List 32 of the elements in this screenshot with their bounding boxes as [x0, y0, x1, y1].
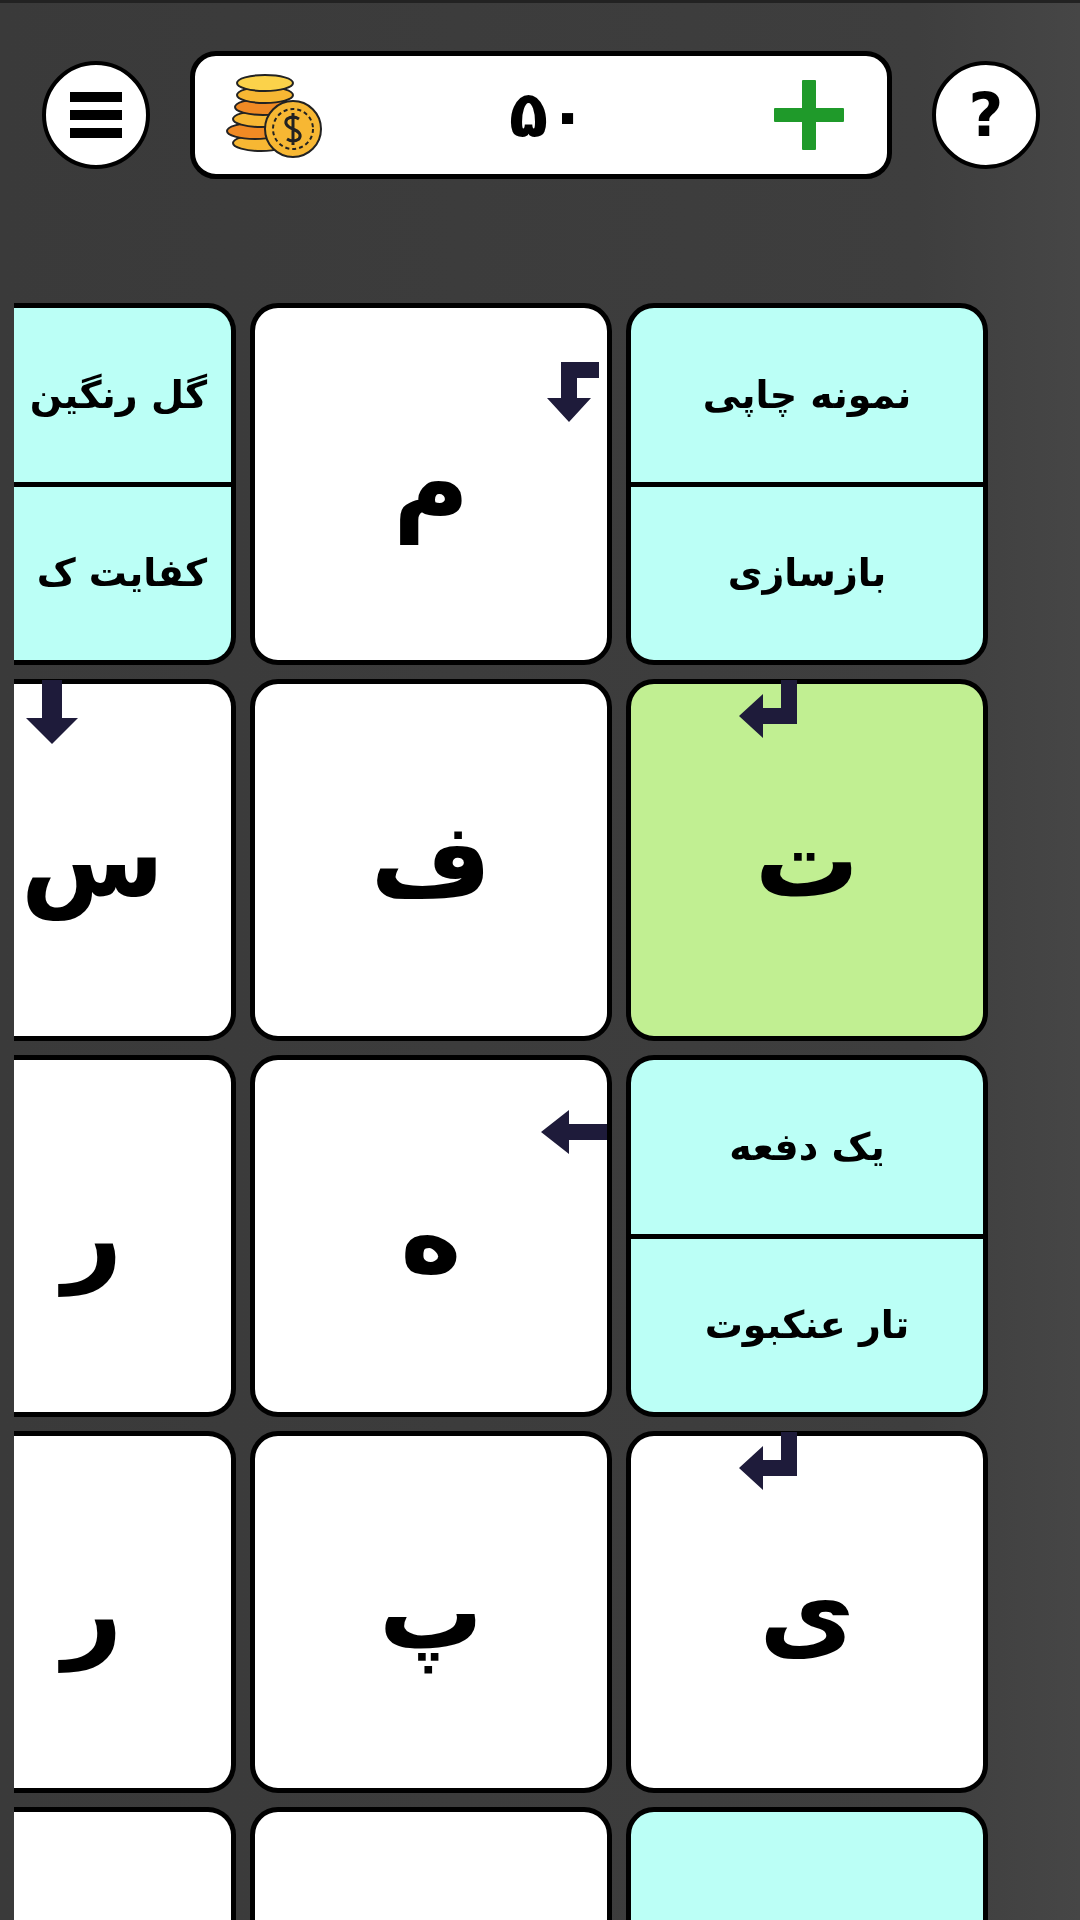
clue-text: بازسازی — [727, 550, 887, 598]
clue-text: نمونه چاپی — [702, 371, 912, 419]
letter-cell[interactable]: ر — [14, 1055, 236, 1417]
clue-text: تار عنکبوت — [704, 1302, 910, 1350]
letter-cell[interactable]: ی — [626, 1431, 988, 1793]
letter: ر — [54, 1147, 131, 1325]
letter: س — [19, 797, 166, 923]
letter-cell[interactable]: ت — [626, 679, 988, 1041]
letter: ر — [54, 1523, 131, 1701]
clue-text: کفایت ک — [36, 550, 208, 598]
letter: ت — [753, 797, 861, 923]
letter-cell[interactable]: ف — [250, 679, 612, 1041]
letter: ه — [399, 1173, 463, 1299]
letter: پ — [377, 1549, 485, 1676]
clue-cell[interactable]: یک دفعه تار عنکبوت — [626, 1055, 988, 1417]
letter-cell[interactable]: س — [14, 679, 236, 1041]
clue-text: گل رنگین — [29, 371, 208, 419]
letter-cell[interactable]: ه — [250, 1055, 612, 1417]
letter: ی — [758, 1549, 856, 1675]
menu-icon — [68, 90, 124, 140]
clue-cell[interactable]: نمونه چاپی بازسازی — [626, 303, 988, 665]
letter-cell[interactable]: م — [250, 303, 612, 665]
letter: ف — [369, 797, 493, 923]
letter-cell[interactable]: ر — [14, 1431, 236, 1793]
clue-text: یک دفعه — [729, 1123, 885, 1171]
coin-count: ۵۰ — [508, 78, 588, 152]
clue-cell[interactable]: گل رنگین کفایت ک — [14, 303, 236, 665]
letter: م — [391, 421, 471, 547]
coin-stack-icon — [225, 71, 325, 159]
letter-cell[interactable]: پ — [250, 1431, 612, 1793]
plus-icon[interactable] — [771, 77, 847, 153]
help-button[interactable]: ? — [932, 61, 1040, 169]
